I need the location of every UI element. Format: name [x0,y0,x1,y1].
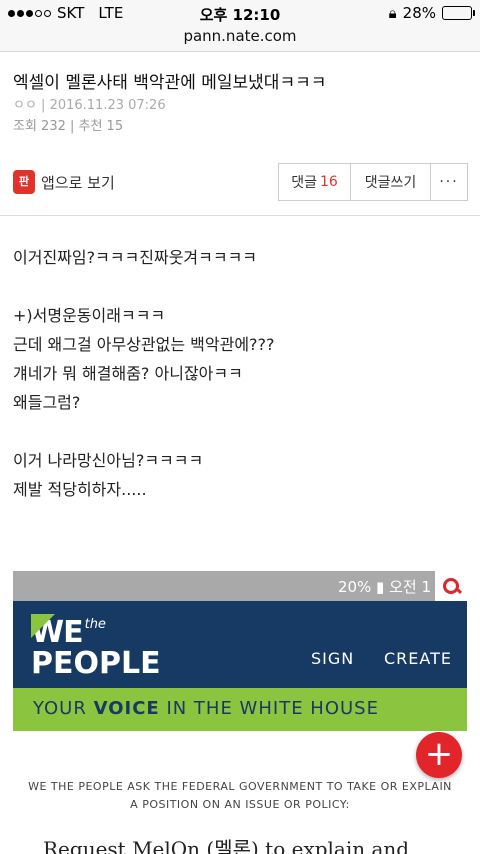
desc-line: A POSITION ON AN ISSUE OR POLICY: [130,798,350,811]
nav-create: CREATE [384,649,452,668]
write-comment-button[interactable]: 댓글쓰기 [351,164,431,200]
embedded-screenshot-image: 20% ▮ 오전 1 WE the PEOPLE SIGN CREATE YOUR… [13,571,467,854]
embedded-status-text: 20% ▮ 오전 1 [337,578,431,596]
banner-pre: YOUR [33,698,94,719]
battery-icon [442,6,475,20]
open-in-app-link[interactable]: 앱으로 보기 [41,172,115,193]
article-body: 이거진짜임?ㅋㅋㅋ진짜웃겨ㅋㅋㅋㅋ +)서명운동이래ㅋㅋㅋ 근데 왜그걸 아무상… [13,243,275,504]
logo-people: PEOPLE [31,646,161,681]
desc-line: WE THE PEOPLE ASK THE FEDERAL GOVERNMENT… [28,780,452,793]
comments-label: 댓글 [291,175,317,191]
petition-description: WE THE PEOPLE ASK THE FEDERAL GOVERNMENT… [13,778,467,814]
floating-add-button[interactable]: + [416,732,462,778]
article-title: 엑셀이 멜론사태 백악관에 메일보냈대ㅋㅋㅋ [13,73,327,93]
nav-sign: SIGN [311,649,355,668]
body-line [13,417,275,446]
banner-tail [31,614,55,638]
comment-button-group: 댓글 16 댓글쓰기 ··· [278,163,468,201]
body-line: 왜들그럼? [13,393,81,412]
battery-percent: 28% [402,4,436,22]
more-options-button[interactable]: ··· [431,164,467,200]
article-author-date: ㅇㅇ | 2016.11.23 07:26 [13,98,166,113]
article-stats: 조회 232 | 추천 15 [13,119,124,134]
url-bar[interactable]: pann.nate.com [0,26,480,52]
we-the-people-header: WE the PEOPLE SIGN CREATE [13,601,467,688]
body-line: 근데 왜그걸 아무상관없는 백악관에??? [13,335,275,354]
body-line: 걔네가 뭐 해결해줌? 아니잖아ㅋㅋ [13,364,243,383]
search-icon [435,571,467,601]
embedded-status-bar: 20% ▮ 오전 1 [13,571,467,601]
status-bar: SKT LTE 오후 12:10 🔒︎ 28% [0,0,480,26]
petition-title: Request MelOn (멜론) to explain and [43,837,410,854]
article-action-bar: 판 앱으로 보기 댓글 16 댓글쓰기 ··· [0,150,480,216]
body-line: +)서명운동이래ㅋㅋㅋ [13,306,166,325]
status-right: 🔒︎ 28% [388,4,475,22]
pann-app-icon[interactable]: 판 [13,170,35,194]
rotation-lock-icon: 🔒︎ [388,4,397,22]
body-line [13,272,275,301]
body-line: 이거진짜임?ㅋㅋㅋ진짜웃겨ㅋㅋㅋㅋ [13,248,258,267]
comments-count: 16 [319,174,338,190]
body-line: 이거 나라망신아님?ㅋㅋㅋㅋ [13,451,204,470]
white-house-banner: YOUR VOICE IN THE WHITE HOUSE [13,688,467,731]
banner-text: YOUR VOICE IN THE WHITE HOUSE [33,698,379,719]
comments-button[interactable]: 댓글 16 [279,164,351,200]
logo-the: the [84,617,106,632]
banner-bold: VOICE [93,698,160,719]
banner-post: IN THE WHITE HOUSE [159,698,379,719]
body-line: 제발 적당히하자..... [13,480,147,499]
